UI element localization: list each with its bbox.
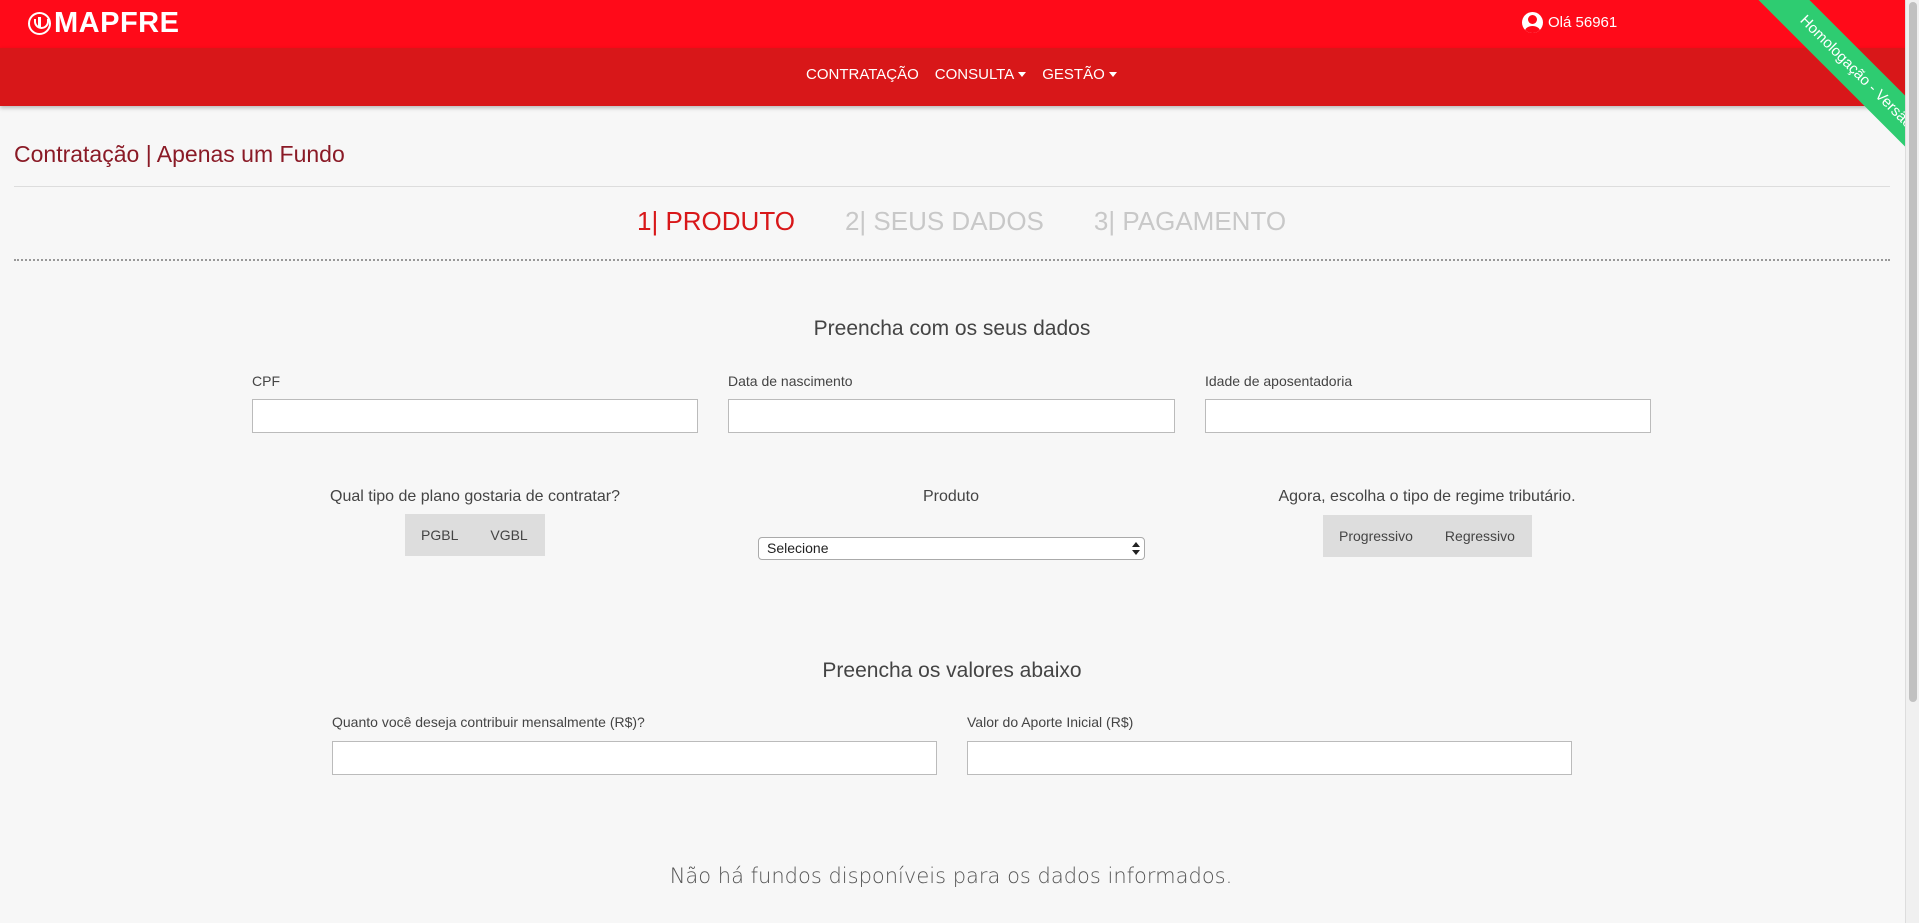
greeting-text: Olá 56961 xyxy=(1548,14,1618,31)
user-circle-icon xyxy=(1522,12,1543,33)
progressivo-option[interactable]: Progressivo xyxy=(1323,528,1429,544)
product-select[interactable]: Selecione xyxy=(758,537,1145,560)
page-title: Contratação | Apenas um Fundo xyxy=(14,141,345,167)
step-produto[interactable]: 1| PRODUTO xyxy=(637,206,795,237)
product-select-value: Selecione xyxy=(767,540,829,556)
tax-regime-question: Agora, escolha o tipo de regime tributár… xyxy=(1278,488,1576,505)
step-pagamento[interactable]: 3| PAGAMENTO xyxy=(1094,206,1286,237)
plan-type-toggle: PGBL VGBL xyxy=(405,514,545,556)
ribbon-label: Homologação - Versão 1.0 xyxy=(1739,0,1905,205)
vgbl-option[interactable]: VGBL xyxy=(474,527,543,543)
step-seus-dados[interactable]: 2| SEUS DADOS xyxy=(845,206,1044,237)
plan-type-question: Qual tipo de plano gostaria de contratar… xyxy=(330,488,620,505)
caret-down-icon xyxy=(1108,72,1117,77)
title-divider xyxy=(14,186,1890,187)
page-scrollbar[interactable] xyxy=(1905,0,1919,923)
monthly-contribution-input[interactable] xyxy=(332,741,937,775)
cpf-label: CPF xyxy=(252,373,280,389)
select-arrows-icon xyxy=(1132,541,1140,556)
tax-regime-toggle: Progressivo Regressivo xyxy=(1323,515,1532,557)
regressivo-option[interactable]: Regressivo xyxy=(1429,528,1531,544)
initial-deposit-label: Valor do Aporte Inicial (R$) xyxy=(967,714,1134,730)
no-funds-message: Não há fundos disponíveis para os dados … xyxy=(669,864,1233,888)
main-navbar: CONTRATAÇÃO CONSULTA GESTÃO xyxy=(0,48,1905,106)
nav-item-gestao[interactable]: GESTÃO xyxy=(1042,66,1117,83)
product-label: Produto xyxy=(922,488,980,505)
nav-item-consulta[interactable]: CONSULTA xyxy=(934,66,1027,83)
wizard-steps: 1| PRODUTO 2| SEUS DADOS 3| PAGAMENTO xyxy=(637,206,1336,237)
scrollbar-thumb[interactable] xyxy=(1909,2,1917,702)
steps-divider xyxy=(14,259,1890,261)
personal-section-title: Preencha com os seus dados xyxy=(813,317,1091,340)
cpf-input[interactable] xyxy=(252,399,698,433)
top-header: MAPFRE Olá 56961 xyxy=(0,0,1905,48)
nav-item-contratacao[interactable]: CONTRATAÇÃO xyxy=(806,66,919,83)
initial-deposit-input[interactable] xyxy=(967,741,1572,775)
environment-ribbon: Homologação - Versão 1.0 xyxy=(1700,0,1905,205)
retirement-age-input[interactable] xyxy=(1205,399,1651,433)
values-section-title: Preencha os valores abaixo xyxy=(822,659,1082,682)
caret-down-icon xyxy=(1018,72,1027,77)
birth-date-input[interactable] xyxy=(728,399,1175,433)
mapfre-logo-icon xyxy=(28,11,51,35)
nav-menu: CONTRATAÇÃO CONSULTA GESTÃO xyxy=(806,66,1133,83)
monthly-contribution-label: Quanto você deseja contribuir mensalment… xyxy=(332,714,645,730)
brand-name: MAPFRE xyxy=(54,6,180,39)
birth-date-label: Data de nascimento xyxy=(728,373,853,389)
nav-label: GESTÃO xyxy=(1042,66,1105,83)
retirement-age-label: Idade de aposentadoria xyxy=(1205,373,1353,389)
brand-logo[interactable]: MAPFRE xyxy=(28,6,180,39)
user-greeting[interactable]: Olá 56961 xyxy=(1522,12,1617,33)
pgbl-option[interactable]: PGBL xyxy=(405,527,474,543)
nav-label: CONSULTA xyxy=(934,66,1015,83)
nav-label: CONTRATAÇÃO xyxy=(806,66,919,83)
